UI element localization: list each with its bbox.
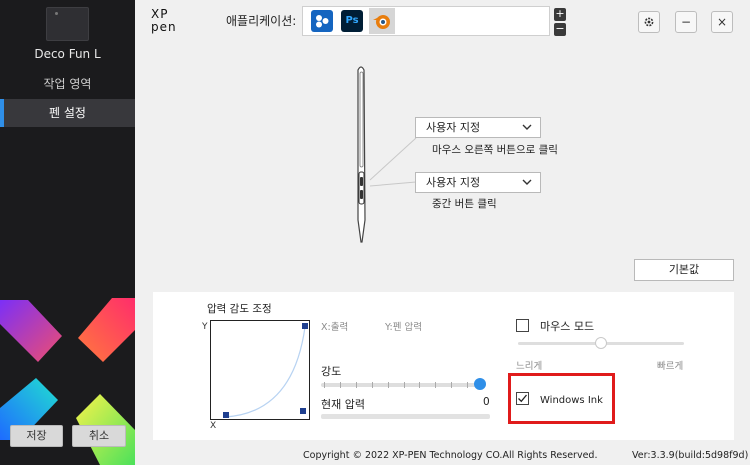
current-pressure-value: 0 [483,396,490,408]
strength-slider[interactable] [321,378,486,390]
app-grid-icon[interactable] [311,10,333,32]
sidebar-item-work-area[interactable]: 작업 영역 [0,70,135,98]
strength-tick [388,382,389,388]
remove-application-button[interactable]: − [554,23,566,36]
upper-button-action: 마우스 오른쪽 버튼으로 클릭 [432,144,558,156]
mouse-speed-slider[interactable] [518,337,684,349]
default-button[interactable]: 기본값 [634,259,734,281]
strength-tick [451,382,452,388]
strength-tick [324,382,325,388]
upper-button-dropdown[interactable]: 사용자 지정 [415,117,541,138]
pressure-curve-graph[interactable] [210,320,310,420]
blender-icon[interactable] [369,8,395,34]
mouse-mode-label: 마우스 모드 [540,320,595,333]
copyright-text: Copyright © 2022 XP-PEN Technology CO.Al… [303,450,598,461]
strength-tick [372,382,373,388]
axis-y-label: Y [202,322,208,332]
lower-button-selected: 사용자 지정 [426,176,481,189]
xp-pen-logo: XP pen [151,7,177,34]
device-name: Deco Fun L [34,47,101,61]
chevron-down-icon [522,124,532,130]
strength-tick [404,382,405,388]
slow-label: 느리게 [516,361,543,372]
strength-tick [340,382,341,388]
gear-icon [644,17,654,27]
strength-knob[interactable] [474,378,486,390]
version-text: Ver:3.3.9(build:5d98f9d) [632,450,749,461]
chevron-down-icon [522,179,532,185]
curve-handle-end[interactable] [302,323,308,329]
settings-button[interactable] [638,11,660,33]
sidebar-item-pen-settings[interactable]: 펜 설정 [0,99,135,127]
strength-label: 강도 [321,365,342,378]
save-button[interactable]: 저장 [10,425,63,447]
sidebar: Deco Fun L 작업 영역 펜 설정 저장 취소 [0,0,135,465]
strength-tick [435,382,436,388]
device-thumbnail [46,7,89,41]
x-output-label: X:출력 [321,322,349,333]
close-button[interactable]: × [711,11,733,33]
minimize-button[interactable]: − [675,11,697,33]
cancel-button[interactable]: 취소 [72,425,126,447]
lower-button-dropdown[interactable]: 사용자 지정 [415,172,541,193]
pressure-sensitivity-title: 압력 감도 조정 [207,303,272,315]
highlight-box [508,373,615,424]
strength-tick [356,382,357,388]
axis-x-label: X [210,421,217,431]
current-pressure-bar [321,414,490,419]
curve-handle-bottom-right[interactable] [300,408,306,414]
fast-label: 빠르게 [657,361,684,372]
lower-button-action: 중간 버튼 클릭 [432,198,497,210]
mouse-mode-checkbox[interactable] [516,319,529,332]
mouse-speed-knob[interactable] [595,337,607,349]
curve-handle-start[interactable] [223,412,229,418]
application-list: Ps [302,6,550,36]
add-application-button[interactable]: + [554,8,566,21]
strength-tick [419,382,420,388]
y-pen-pressure-label: Y:펜 압력 [385,322,422,333]
upper-button-selected: 사용자 지정 [426,121,481,134]
photoshop-icon[interactable]: Ps [341,10,363,32]
current-pressure-label: 현재 압력 [321,398,365,411]
applications-label: 애플리케이션: [226,14,297,28]
strength-tick [467,382,468,388]
